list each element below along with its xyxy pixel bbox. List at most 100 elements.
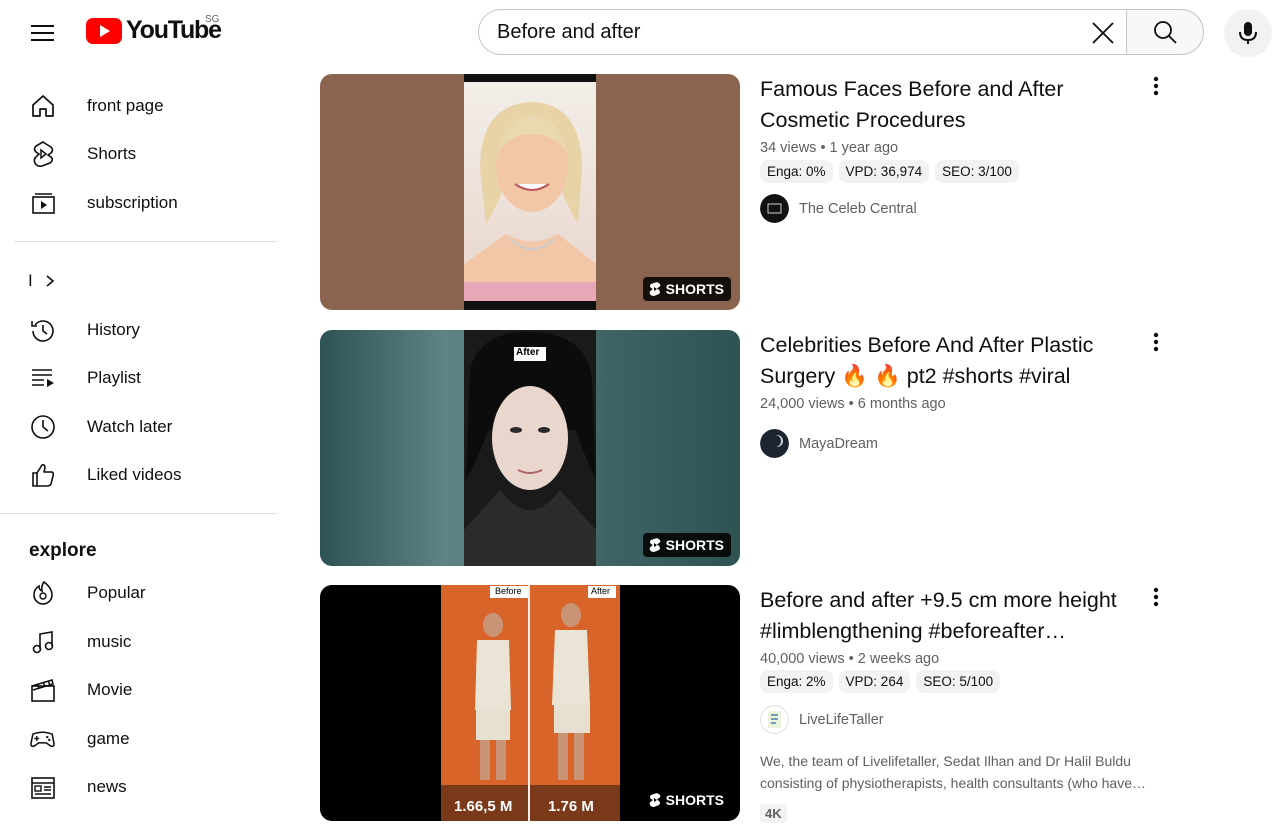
channel-name: LiveLifeTaller	[799, 711, 884, 728]
trending-icon	[29, 579, 56, 606]
channel-link[interactable]: The Celeb Central	[760, 194, 917, 223]
engagement-chip: Enga: 0%	[760, 160, 833, 183]
video-thumbnail[interactable]: Before After 1.66,5 M 1.76 M SHORTS	[320, 585, 740, 821]
sidebar-item-label: Watch later	[87, 417, 173, 436]
channel-link[interactable]: MayaDream	[760, 429, 878, 458]
more-vert-icon	[1153, 76, 1159, 96]
shorts-badge-label: SHORTS	[665, 792, 724, 808]
stats-chips: Enga: 2% VPD: 264 SEO: 5/100	[760, 670, 1001, 693]
sidebar-item-movie[interactable]: Movie	[12, 667, 278, 711]
playlist-icon	[29, 364, 56, 391]
sidebar-item-label: music	[87, 632, 132, 651]
chevron-right-icon	[46, 275, 54, 287]
top-bar: YouTube SG	[0, 0, 1280, 66]
sidebar-item-home[interactable]: front page	[12, 83, 278, 127]
sidebar-item-label: Liked videos	[87, 465, 182, 484]
video-title[interactable]: Famous Faces Before and After Cosmetic P…	[760, 74, 1140, 136]
shorts-icon	[649, 538, 660, 552]
shorts-badge-label: SHORTS	[665, 281, 724, 297]
news-icon	[29, 773, 56, 800]
sidebar-item-game[interactable]: game	[12, 716, 278, 760]
sidebar-item-watch-later[interactable]: Watch later	[12, 404, 278, 448]
sidebar-item-music[interactable]: music	[12, 619, 278, 663]
channel-avatar	[760, 429, 789, 458]
video-result: SHORTS Famous Faces Before and After Cos…	[320, 74, 1180, 310]
video-title[interactable]: Before and after +9.5 cm more height #li…	[760, 585, 1140, 647]
stats-chips: Enga: 0% VPD: 36,974 SEO: 3/100	[760, 160, 1019, 183]
thumbnail-label-before: Before	[495, 586, 522, 596]
more-options-button[interactable]	[1146, 585, 1166, 609]
vpd-chip: VPD: 264	[838, 670, 911, 693]
sidebar-item-label: news	[87, 777, 127, 796]
channel-avatar	[760, 194, 789, 223]
video-result: Before After 1.66,5 M 1.76 M SHORTS Befo…	[320, 585, 1180, 823]
explore-section-title: explore	[29, 540, 97, 561]
engagement-chip: Enga: 2%	[760, 670, 833, 693]
video-meta: 40,000 views • 2 weeks ago	[760, 651, 940, 667]
channel-avatar	[760, 705, 789, 734]
channel-link[interactable]: LiveLifeTaller	[760, 705, 884, 734]
channel-name: MayaDream	[799, 435, 878, 452]
sidebar-item-popular[interactable]: Popular	[12, 570, 278, 614]
video-thumbnail[interactable]: After SHORTS	[320, 330, 740, 566]
sidebar-item-label: History	[87, 320, 140, 339]
sidebar-item-you[interactable]: I	[28, 271, 55, 291]
home-icon	[29, 92, 56, 119]
watch-later-icon	[29, 413, 56, 440]
more-vert-icon	[1153, 587, 1159, 607]
video-title[interactable]: Celebrities Before And After Plastic Sur…	[760, 330, 1140, 392]
sidebar-item-label: Movie	[87, 680, 133, 699]
sidebar-item-label: subscription	[87, 193, 178, 212]
thumbnail-image	[464, 74, 596, 310]
hamburger-icon	[31, 25, 54, 41]
shorts-badge-label: SHORTS	[665, 537, 724, 553]
video-description: We, the team of Livelifetaller, Sedat Il…	[760, 753, 1146, 791]
more-options-button[interactable]	[1146, 74, 1166, 98]
search-icon	[1154, 21, 1177, 44]
quality-badge-4k: 4K	[760, 804, 787, 823]
shorts-badge: SHORTS	[642, 533, 731, 557]
sidebar-item-history[interactable]: History	[12, 307, 278, 351]
movie-icon	[29, 676, 56, 703]
thumbnail-label-after: After	[591, 586, 611, 596]
region-code: SG	[205, 14, 220, 25]
video-thumbnail[interactable]: SHORTS	[320, 74, 740, 310]
shorts-icon	[649, 793, 660, 807]
shorts-icon	[29, 140, 56, 167]
thumbnail-label-after: After	[516, 347, 540, 358]
more-options-button[interactable]	[1146, 330, 1166, 354]
sidebar-item-subscriptions[interactable]: subscription	[12, 180, 278, 224]
menu-button[interactable]	[22, 14, 64, 52]
search-bar	[478, 9, 1126, 55]
sidebar-item-shorts[interactable]: Shorts	[12, 131, 278, 175]
video-meta: 34 views • 1 year ago	[760, 140, 899, 156]
sidebar-item-playlist[interactable]: Playlist	[12, 355, 278, 399]
sidebar-item-liked-videos[interactable]: Liked videos	[12, 452, 278, 496]
search-button[interactable]	[1126, 9, 1204, 55]
video-result: After SHORTS Celebrities Before And Afte…	[320, 330, 1180, 566]
more-vert-icon	[1153, 332, 1159, 352]
gaming-icon	[29, 725, 56, 752]
sidebar-item-news[interactable]: news	[12, 764, 278, 808]
sidebar-divider	[14, 241, 277, 242]
you-label: I	[28, 271, 33, 290]
search-input[interactable]	[497, 10, 1077, 54]
close-icon	[1092, 22, 1114, 44]
history-icon	[29, 316, 56, 343]
shorts-badge: SHORTS	[642, 277, 731, 301]
thumbnail-image	[441, 585, 620, 821]
like-icon	[29, 461, 56, 488]
shorts-badge: SHORTS	[642, 788, 731, 812]
clear-search-button[interactable]	[1086, 16, 1120, 50]
youtube-logo[interactable]: YouTube	[86, 16, 222, 45]
sidebar-item-label: Popular	[87, 583, 146, 602]
voice-search-button[interactable]	[1224, 9, 1272, 57]
microphone-icon	[1239, 22, 1257, 44]
thumbnail-image	[464, 330, 596, 566]
sidebar-item-label: Playlist	[87, 368, 141, 387]
youtube-play-icon	[86, 17, 122, 44]
subscriptions-icon	[29, 189, 56, 216]
video-meta: 24,000 views • 6 months ago	[760, 396, 946, 412]
shorts-icon	[649, 282, 660, 296]
sidebar-item-label: front page	[87, 96, 164, 115]
